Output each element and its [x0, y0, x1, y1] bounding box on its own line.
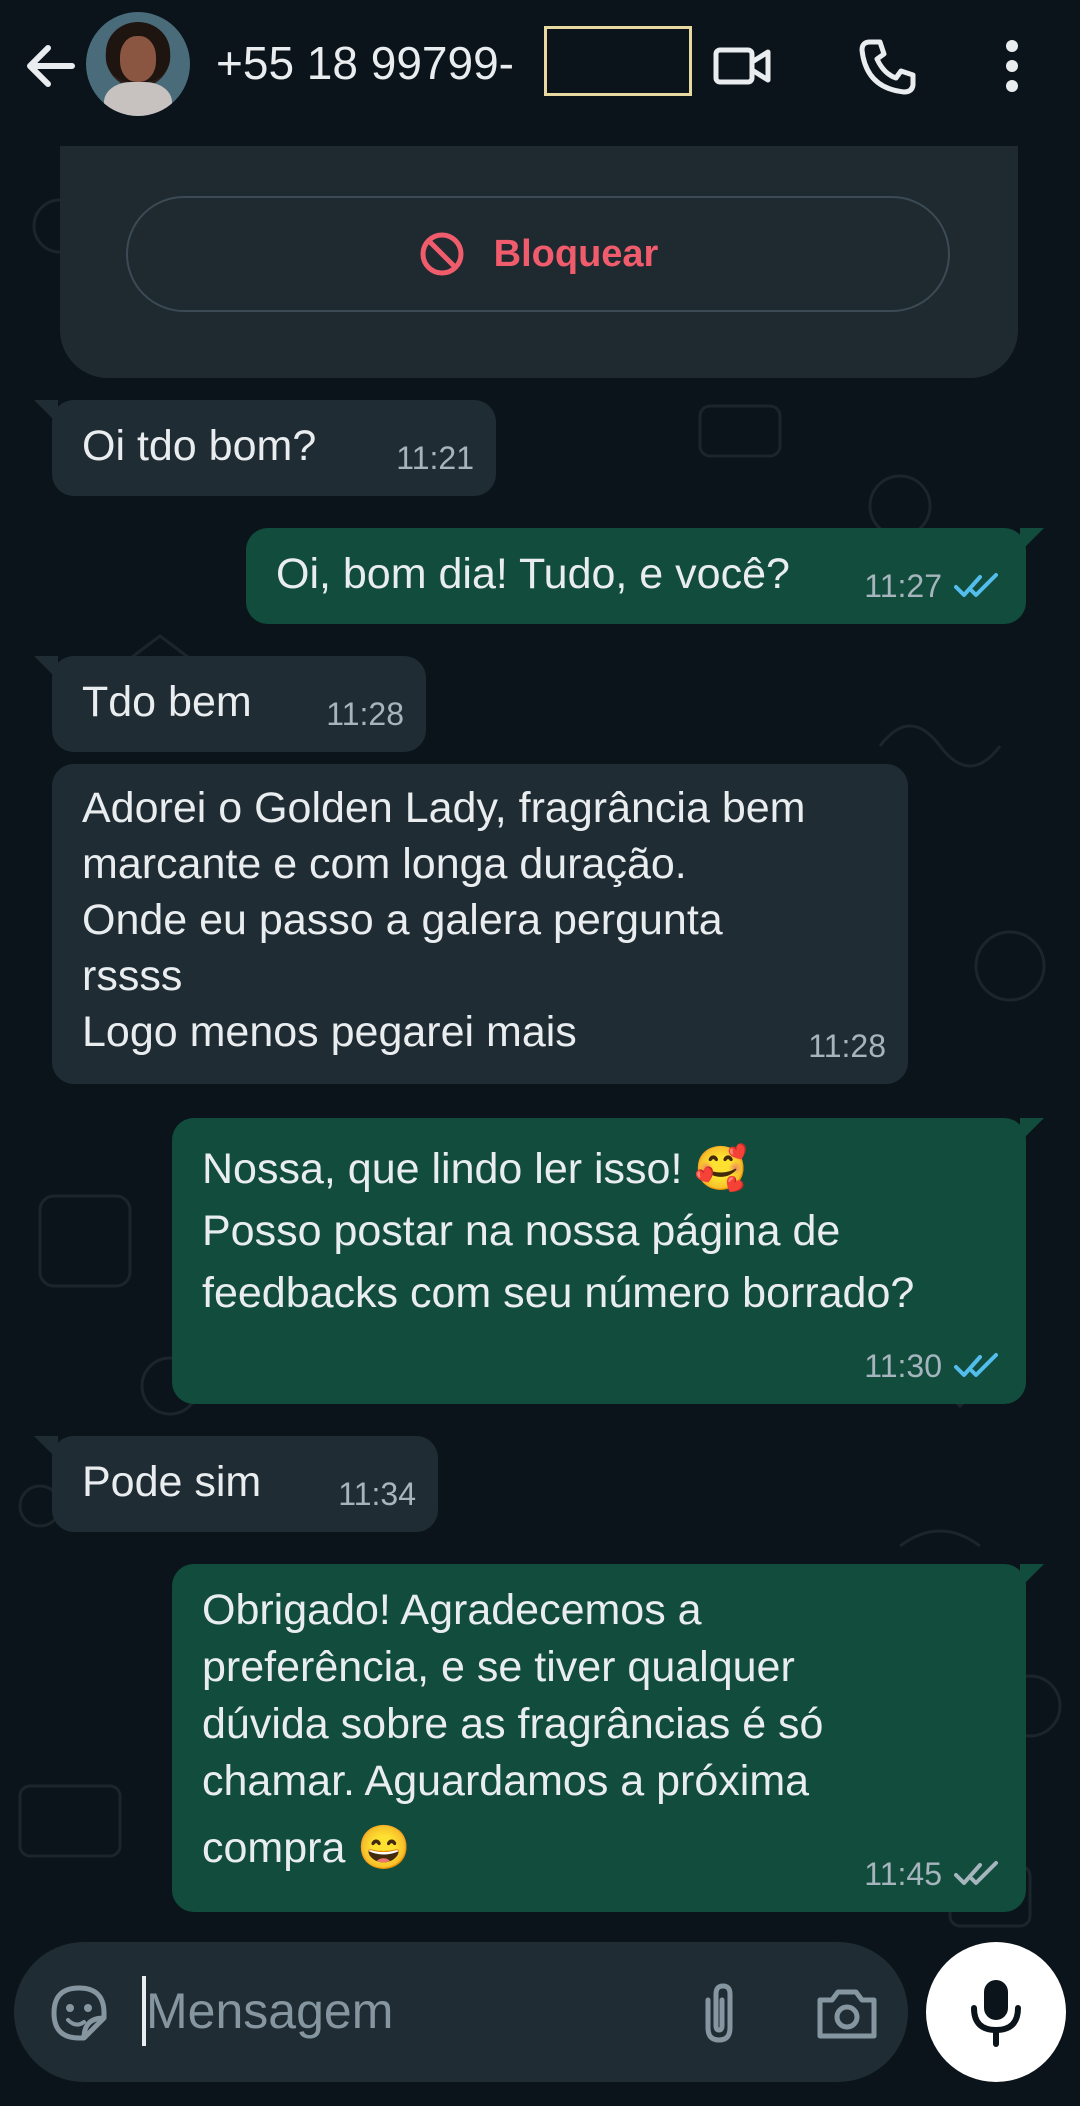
block-label: Bloquear — [493, 232, 659, 275]
back-arrow-icon[interactable] — [22, 38, 78, 94]
message-time: 11:21 — [396, 440, 474, 476]
message-bubble-incoming[interactable]: Oi tdo bom? 11:21 — [34, 400, 496, 496]
message-time: 11:45 — [864, 1856, 942, 1892]
more-vert-icon[interactable] — [982, 34, 1042, 98]
message-line: Onde eu passo a galera pergunta — [82, 896, 723, 944]
attach-paperclip-icon[interactable] — [686, 1980, 752, 2046]
message-text: Adorei o Golden Lady, fragrância bem mar… — [82, 780, 805, 1060]
message-line: preferência, e se tiver qualquer — [202, 1643, 795, 1691]
message-time: 11:34 — [338, 1476, 416, 1512]
message-bubble-outgoing[interactable]: Nossa, que lindo ler isso! 🥰 Posso posta… — [172, 1118, 1044, 1404]
message-line: Obrigado! Agradecemos a — [202, 1586, 702, 1634]
message-input[interactable]: Mensagem — [146, 1982, 393, 2040]
message-bubble-outgoing[interactable]: Obrigado! Agradecemos a preferência, e s… — [172, 1564, 1044, 1912]
read-receipt-icon — [954, 573, 998, 597]
message-bubble-incoming[interactable]: Tdo bem 11:28 — [34, 656, 426, 752]
message-bubble-incoming[interactable]: Adorei o Golden Lady, fragrância bem mar… — [52, 764, 908, 1084]
message-line: Adorei o Golden Lady, fragrância bem — [82, 784, 806, 832]
block-button[interactable]: Bloquear — [126, 196, 950, 312]
delivered-receipt-icon — [954, 1861, 998, 1885]
message-line: chamar. Aguardamos a próxima — [202, 1757, 810, 1805]
message-text: Obrigado! Agradecemos a preferência, e s… — [202, 1582, 823, 1877]
message-meta: 11:28 — [326, 686, 404, 742]
message-text: Oi, bom dia! Tudo, e você? — [276, 550, 790, 598]
microphone-icon — [971, 1980, 1021, 2047]
video-call-icon[interactable] — [710, 34, 774, 98]
contact-phone-number[interactable]: +55 18 99799- — [216, 36, 514, 90]
message-line: dúvida sobre as fragrâncias é só — [202, 1700, 824, 1748]
message-text: Pode sim — [82, 1458, 262, 1506]
redacted-number-box — [544, 26, 692, 96]
message-line: Nossa, que lindo ler isso! 🥰 — [202, 1145, 748, 1193]
message-line: Posso postar na nossa página de — [202, 1207, 841, 1255]
message-time: 11:30 — [864, 1348, 942, 1384]
message-line: feedbacks com seu número borrado? — [202, 1269, 915, 1317]
block-icon — [420, 232, 464, 276]
message-bubble-incoming[interactable]: Pode sim 11:34 — [34, 1436, 438, 1532]
chat-header: +55 18 99799- — [0, 0, 1080, 146]
message-text: Oi tdo bom? — [82, 422, 317, 470]
message-meta: 11:34 — [338, 1466, 416, 1522]
sticker-emoji-icon[interactable] — [46, 1980, 112, 2046]
message-line: marcante e com longa duração. — [82, 840, 687, 888]
read-receipt-icon — [954, 1353, 998, 1377]
message-meta: 11:27 — [864, 558, 1004, 614]
message-time: 11:28 — [326, 696, 404, 732]
message-meta: 11:28 — [808, 1018, 886, 1074]
message-text: Nossa, que lindo ler isso! 🥰 Posso posta… — [202, 1138, 914, 1324]
message-time: 11:27 — [864, 568, 942, 604]
message-meta: 11:21 — [396, 430, 474, 486]
message-bubble-outgoing[interactable]: Oi, bom dia! Tudo, e você? 11:27 — [246, 528, 1044, 624]
message-text: Tdo bem — [82, 678, 252, 726]
contact-avatar[interactable] — [86, 12, 190, 116]
message-line: Logo menos pegarei mais — [82, 1008, 577, 1056]
message-line: compra 😄 — [202, 1824, 411, 1872]
camera-icon[interactable] — [814, 1980, 880, 2046]
voice-message-button[interactable] — [926, 1942, 1066, 2082]
message-compose-bar: Mensagem — [14, 1942, 908, 2082]
contact-info-card: Bloquear — [60, 146, 1018, 378]
message-meta: 11:30 — [864, 1338, 1004, 1394]
message-time: 11:28 — [808, 1028, 886, 1064]
phone-icon[interactable] — [856, 34, 920, 98]
message-line: rssss — [82, 952, 183, 1000]
message-meta: 11:45 — [864, 1846, 1004, 1902]
